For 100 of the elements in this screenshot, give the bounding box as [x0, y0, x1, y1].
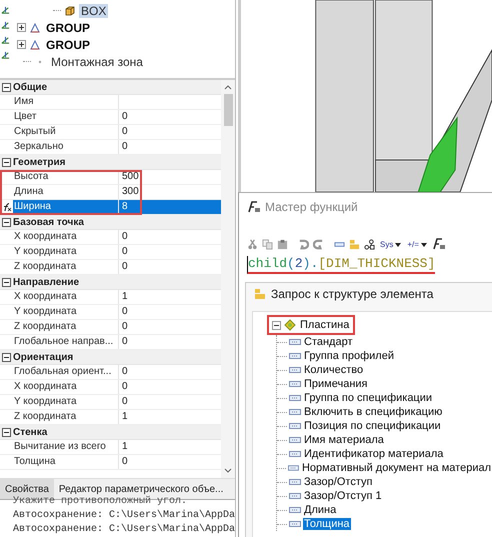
property-name[interactable]: Глобальное направ... — [13, 335, 119, 349]
tree-item[interactable]: Примечания — [303, 378, 369, 390]
plate-icon — [284, 319, 296, 331]
expand-icon[interactable] — [17, 23, 26, 32]
property-name[interactable]: Скрытый — [13, 125, 119, 139]
tree-item[interactable]: Идентификатор материала — [303, 448, 444, 460]
tree-item[interactable]: GROUP — [44, 20, 92, 34]
property-name[interactable]: Зеркально — [13, 140, 119, 154]
property-value[interactable]: 0 — [122, 126, 128, 137]
undo-icon[interactable] — [298, 238, 309, 250]
tree-item[interactable]: Имя материала — [303, 434, 385, 446]
property-value[interactable]: 0 — [122, 111, 128, 122]
property-name[interactable]: Цвет — [13, 110, 119, 124]
tree-item[interactable]: Группа профилей — [303, 350, 395, 362]
collapse-icon[interactable] — [2, 428, 11, 436]
scroll-thumb[interactable] — [224, 94, 232, 126]
console-line: Автосохранение: C:\Users\Marina\AppDa — [12, 509, 235, 523]
property-value[interactable]: 0 — [122, 381, 128, 392]
property-name[interactable]: Толщина — [13, 455, 119, 469]
group-heading: Общие — [13, 82, 48, 92]
function-icon[interactable] — [432, 238, 446, 250]
tree-item[interactable]: Количество — [303, 364, 364, 376]
field-icon — [289, 353, 301, 359]
caret-icon — [420, 242, 427, 246]
collapse-icon[interactable] — [272, 320, 281, 330]
property-name[interactable]: X координата — [13, 230, 119, 244]
property-value[interactable]: 1 — [122, 411, 128, 422]
field-icon — [289, 521, 301, 527]
tree-item[interactable]: Зазор/Отступ — [303, 476, 374, 488]
collapse-icon[interactable] — [2, 352, 11, 362]
table-icon — [254, 288, 266, 300]
property-value[interactable]: 1 — [122, 291, 128, 302]
property-name[interactable]: X координата — [13, 380, 119, 394]
tree-item[interactable]: GROUP — [44, 38, 92, 52]
property-name[interactable]: X координата — [13, 290, 119, 304]
group-heading: Направление — [13, 276, 80, 288]
box-icon — [64, 4, 76, 16]
tree-item[interactable]: Позиция по спецификации — [303, 420, 442, 432]
property-name[interactable]: Глобальная ориент... — [13, 365, 119, 379]
panel-title: Запрос к структуре элемента — [271, 287, 434, 301]
property-name[interactable]: Y координата — [13, 245, 119, 259]
tree-item[interactable]: Стандарт — [303, 336, 354, 348]
field-icon — [289, 493, 301, 499]
property-value[interactable]: 1 — [122, 441, 128, 452]
field-icon — [289, 423, 301, 429]
expand-icon[interactable] — [17, 40, 26, 49]
tree-item[interactable]: Группа по спецификации — [303, 392, 434, 404]
property-value[interactable]: 0 — [122, 366, 128, 377]
property-value[interactable]: 0 — [122, 141, 128, 152]
property-value[interactable]: 8 — [122, 201, 128, 212]
property-name[interactable]: Z координата — [13, 410, 119, 424]
property-value[interactable]: 0 — [122, 456, 128, 467]
property-value[interactable]: 0 — [122, 261, 128, 272]
tree-item[interactable]: Монтажная зона — [49, 54, 145, 68]
property-value[interactable]: 0 — [122, 231, 128, 242]
property-name[interactable]: Вычитание из всего — [13, 440, 119, 454]
property-name[interactable]: Y координата — [13, 305, 119, 319]
collapse-icon[interactable] — [2, 218, 11, 226]
property-value[interactable]: 0 — [122, 396, 128, 407]
tree-item[interactable]: Толщина — [303, 518, 351, 530]
property-name[interactable]: Z координата — [13, 320, 119, 334]
scissors-icon[interactable] — [247, 238, 258, 250]
tree-item[interactable]: Пластина — [299, 319, 350, 331]
caret-icon — [395, 242, 402, 246]
field-icon — [289, 479, 301, 485]
paste-icon[interactable] — [277, 238, 288, 250]
property-name[interactable]: Высота — [13, 170, 119, 184]
scrollbar[interactable] — [221, 80, 235, 478]
console-line: Автосохранение: C:\Users\Marina\AppDa — [12, 523, 235, 537]
tree-item[interactable]: Зазор/Отступ 1 — [303, 490, 383, 502]
collapse-icon[interactable] — [2, 158, 11, 166]
formula-field[interactable]: child(2).[DIM_THICKNESS] — [247, 256, 436, 274]
dialog-title: Мастер функций — [265, 200, 358, 214]
group-icon — [29, 38, 41, 50]
property-value[interactable]: 500 — [122, 171, 139, 182]
tree-item[interactable]: Длина — [303, 504, 338, 516]
tree-item[interactable]: BOX — [79, 4, 108, 18]
redo-icon[interactable] — [313, 238, 324, 250]
property-value[interactable]: 300 — [122, 186, 139, 197]
field-icon — [289, 339, 301, 345]
node-icon[interactable] — [364, 238, 375, 250]
group-heading: Стенка — [13, 426, 48, 438]
dropdown-button[interactable]: +/= — [406, 240, 428, 248]
dropdown-button[interactable]: Sys — [379, 240, 402, 248]
property-value[interactable]: 0 — [122, 336, 128, 347]
field-icon — [289, 409, 301, 415]
tree-item[interactable]: Нормативный документ на материал — [300, 462, 492, 474]
property-name[interactable]: Z координата — [13, 260, 119, 274]
property-value[interactable]: 0 — [122, 321, 128, 332]
group-heading: Базовая точка — [13, 216, 84, 228]
collapse-icon[interactable] — [2, 82, 11, 92]
tree-item[interactable]: Включить в спецификацию — [303, 406, 444, 418]
function-icon — [247, 201, 261, 213]
property-name[interactable]: Ширина — [13, 200, 119, 214]
property-name[interactable]: Имя — [13, 95, 119, 109]
property-value[interactable]: 0 — [122, 306, 128, 317]
property-name[interactable]: Длина — [13, 185, 119, 199]
collapse-icon[interactable] — [2, 278, 11, 286]
property-value[interactable]: 0 — [122, 246, 128, 257]
property-name[interactable]: Y координата — [13, 395, 119, 409]
